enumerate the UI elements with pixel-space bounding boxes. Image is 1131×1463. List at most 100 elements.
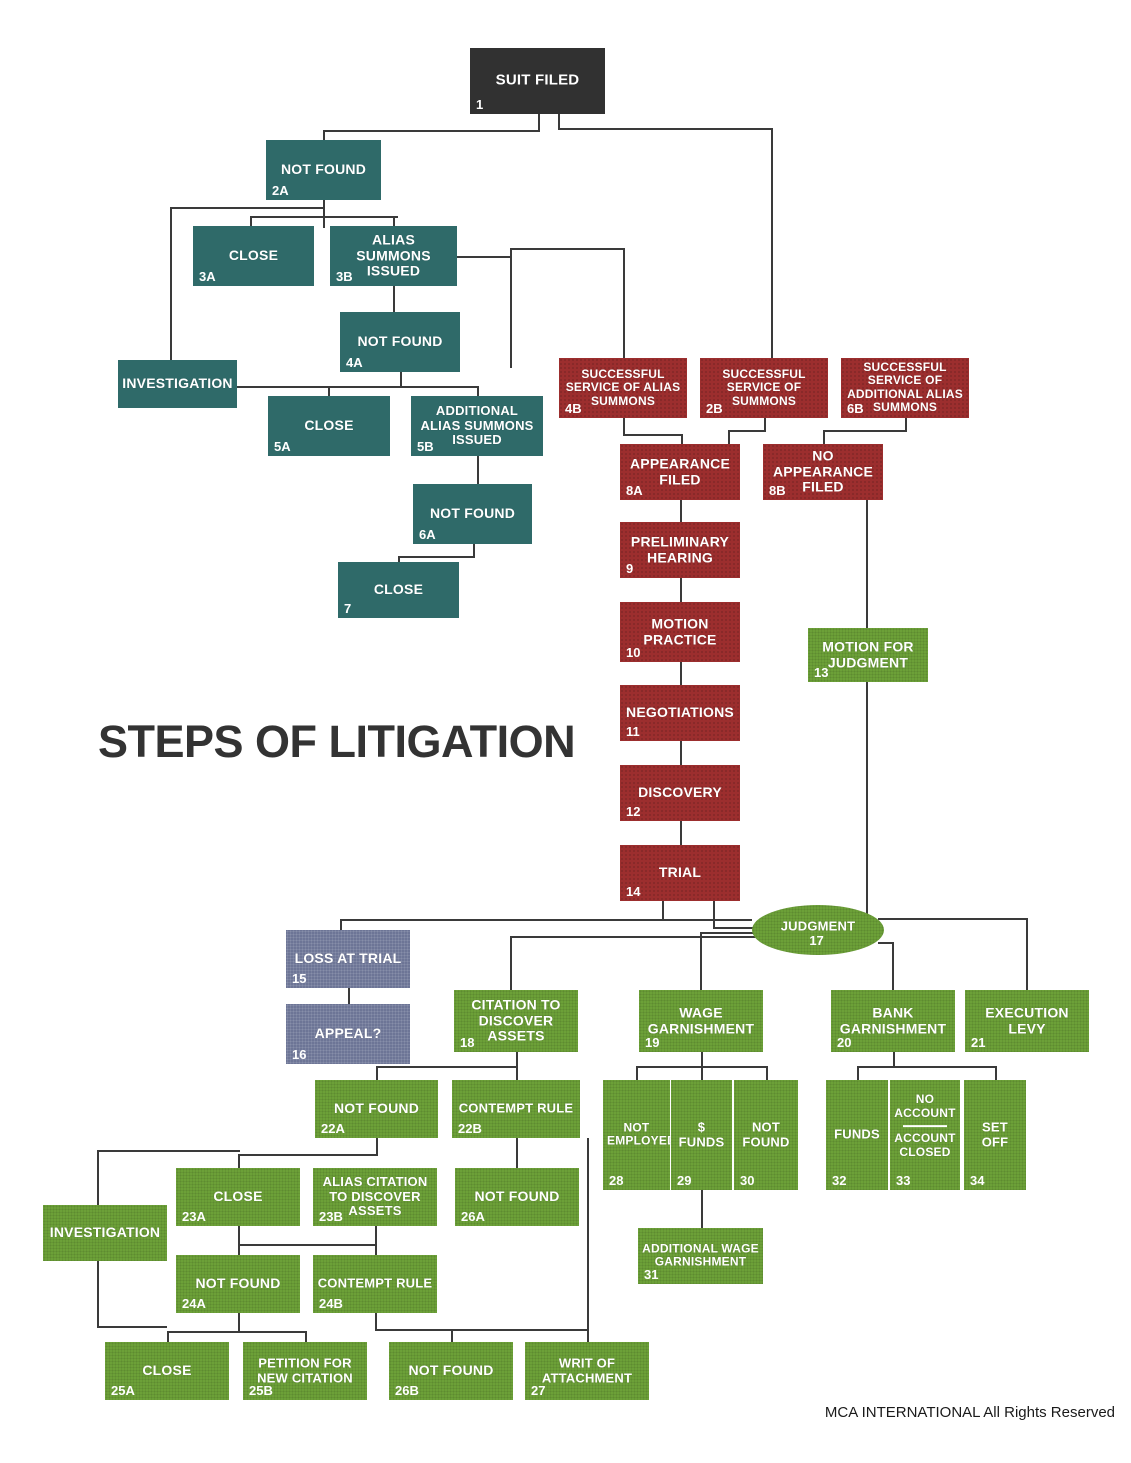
flow-node-22b[interactable]: CONTEMPT RULE 22B — [452, 1080, 580, 1138]
flow-node-21[interactable]: EXECUTION LEVY 21 — [965, 990, 1089, 1052]
litigation-flowchart: SUIT FILED 1 NOT FOUND 2A CLOSE 3A ALIAS SUMMO… — [0, 0, 1131, 1463]
node-label: DISCOVERY — [638, 784, 722, 801]
node-number: 27 — [531, 1383, 546, 1398]
node-number: 17 — [809, 933, 824, 948]
connector-line — [375, 1226, 377, 1256]
flow-node-6a[interactable]: NOT FOUND 6A — [413, 484, 532, 544]
node-number: 23B — [319, 1209, 343, 1224]
connector-line — [771, 128, 773, 358]
connector-line — [510, 936, 780, 938]
flow-node-23b[interactable]: ALIAS CITATION TO DISCOVER ASSETS 23B — [313, 1168, 437, 1226]
flow-node-19[interactable]: WAGE GARNISHMENT 19 — [639, 990, 763, 1052]
node-label: NOT FOUND — [474, 1188, 560, 1205]
connector-line — [713, 901, 715, 929]
node-number: 8B — [769, 483, 786, 498]
node-number: 2A — [272, 183, 289, 198]
node-label: TRIAL — [658, 864, 702, 881]
connector-line — [97, 1150, 240, 1152]
connector-line — [680, 578, 682, 604]
node-number: 20 — [837, 1035, 852, 1050]
node-number: 1 — [476, 97, 484, 112]
node-label: SUIT FILED — [495, 71, 580, 89]
flow-node-11[interactable]: NEGOTIATIONS 11 — [620, 685, 740, 741]
flow-node-25b[interactable]: PETITION FOR NEW CITATION 25B — [243, 1342, 367, 1400]
flow-node-28[interactable]: NOT EMPLOYED 28 — [603, 1080, 676, 1190]
connector-line — [680, 741, 682, 767]
flow-node-24a[interactable]: NOT FOUND 24A — [176, 1255, 300, 1313]
flow-node-31[interactable]: ADDITIONAL WAGE GARNISHMENT 31 — [638, 1228, 763, 1284]
flow-node-1[interactable]: SUIT FILED 1 — [470, 48, 605, 114]
node-label: CLOSE — [228, 247, 279, 264]
connector-line — [510, 248, 623, 250]
flow-node-13[interactable]: MOTION FOR JUDGMENT 13 — [808, 628, 928, 682]
flow-node-17[interactable]: JUDGMENT 17 — [752, 905, 884, 955]
node-number: 25A — [111, 1383, 135, 1398]
flow-node-3a[interactable]: CLOSE 3A — [193, 226, 314, 286]
flow-node-16[interactable]: APPEAL? 16 — [286, 1004, 410, 1064]
connector-line — [857, 1066, 995, 1068]
node-label: LOSS AT TRIAL — [294, 950, 402, 967]
node-label: $ FUNDS — [678, 1119, 725, 1149]
flow-node-4a[interactable]: NOT FOUND 4A — [340, 312, 460, 372]
node-label: CLOSE — [213, 1188, 263, 1205]
flow-node-15[interactable]: LOSS AT TRIAL 15 — [286, 930, 410, 988]
flow-node-29[interactable]: $ FUNDS 29 — [671, 1080, 732, 1190]
node-number: 28 — [609, 1173, 624, 1188]
flow-node-20[interactable]: BANK GARNISHMENT 20 — [831, 990, 955, 1052]
node-label: WAGE GARNISHMENT — [647, 1004, 755, 1036]
connector-line — [238, 1313, 240, 1333]
node-number: 13 — [814, 665, 829, 680]
node-label: NOT FOUND — [280, 161, 366, 178]
connector-line — [393, 286, 395, 314]
flow-node-30[interactable]: NOT FOUND 30 — [734, 1080, 798, 1190]
flow-node-9[interactable]: PRELIMINARY HEARING 9 — [620, 522, 740, 578]
flow-node-7[interactable]: CLOSE 7 — [338, 562, 459, 618]
connector-line — [892, 942, 894, 992]
flow-node-22a[interactable]: NOT FOUND 22A — [315, 1080, 438, 1138]
flow-node-5a[interactable]: CLOSE 5A — [268, 396, 390, 456]
flow-node-8a[interactable]: APPEARANCE FILED 8A — [620, 444, 740, 500]
flow-node-14[interactable]: TRIAL 14 — [620, 845, 740, 901]
node-number: 26B — [395, 1383, 419, 1398]
flow-node-32[interactable]: FUNDS 32 — [826, 1080, 888, 1190]
node-number: 18 — [460, 1035, 475, 1050]
node-number: 14 — [626, 884, 641, 899]
flow-node-2b[interactable]: SUCCESSFUL SERVICE OF SUMMONS 2B — [700, 358, 828, 418]
flow-node-4b[interactable]: SUCCESSFUL SERVICE OF ALIAS SUMMONS 4B — [559, 358, 687, 418]
flow-node-26a[interactable]: NOT FOUND 26A — [455, 1168, 579, 1226]
flow-node-nINV1[interactable]: INVESTIGATION — [118, 360, 237, 408]
flow-node-27[interactable]: WRIT OF ATTACHMENT 27 — [525, 1342, 649, 1400]
flow-node-18[interactable]: CITATION TO DISCOVER ASSETS 18 — [454, 990, 578, 1052]
flow-node-10[interactable]: MOTION PRACTICE 10 — [620, 602, 740, 662]
flow-node-33[interactable]: NO ACCOUNT ACCOUNT CLOSED 33 — [890, 1080, 960, 1190]
node-number: 8A — [626, 483, 643, 498]
flow-node-2a[interactable]: NOT FOUND 2A — [266, 140, 381, 200]
node-number: 6A — [419, 527, 436, 542]
flow-node-12[interactable]: DISCOVERY 12 — [620, 765, 740, 821]
flow-node-23a[interactable]: CLOSE 23A — [176, 1168, 300, 1226]
connector-line — [680, 500, 682, 524]
flow-node-24b[interactable]: CONTEMPT RULE 24B — [313, 1255, 437, 1313]
connector-line — [250, 216, 398, 218]
flow-node-nINV2[interactable]: INVESTIGATION — [43, 1205, 167, 1261]
node-number: 22A — [321, 1121, 345, 1136]
page-title: STEPS OF LITIGATION — [98, 716, 576, 767]
flow-node-25a[interactable]: CLOSE 25A — [105, 1342, 229, 1400]
connector-line — [700, 932, 702, 992]
node-number: 29 — [677, 1173, 692, 1188]
node-label: CLOSE — [373, 581, 424, 598]
flow-node-26b[interactable]: NOT FOUND 26B — [389, 1342, 513, 1400]
node-label: CONTEMPT RULE — [317, 1275, 433, 1291]
connector-line — [587, 1138, 589, 1330]
flow-node-5b[interactable]: ADDITIONAL ALIAS SUMMONS ISSUED 5B — [411, 396, 543, 456]
node-label: CONTEMPT RULE — [458, 1100, 574, 1116]
connector-line — [323, 200, 325, 228]
flow-node-3b[interactable]: ALIAS SUMMONS ISSUED 3B — [330, 226, 457, 286]
connector-line — [376, 1066, 518, 1068]
flow-node-8b[interactable]: NO APPEARANCE FILED 8B — [763, 444, 883, 500]
node-number: 4A — [346, 355, 363, 370]
node-label: EXECUTION LEVY — [985, 1004, 1069, 1036]
flow-node-34[interactable]: SET OFF 34 — [964, 1080, 1026, 1190]
flow-node-6b[interactable]: SUCCESSFUL SERVICE OF ADDITIONAL ALIAS S… — [841, 358, 969, 418]
node-label: MOTION PRACTICE — [643, 615, 717, 647]
